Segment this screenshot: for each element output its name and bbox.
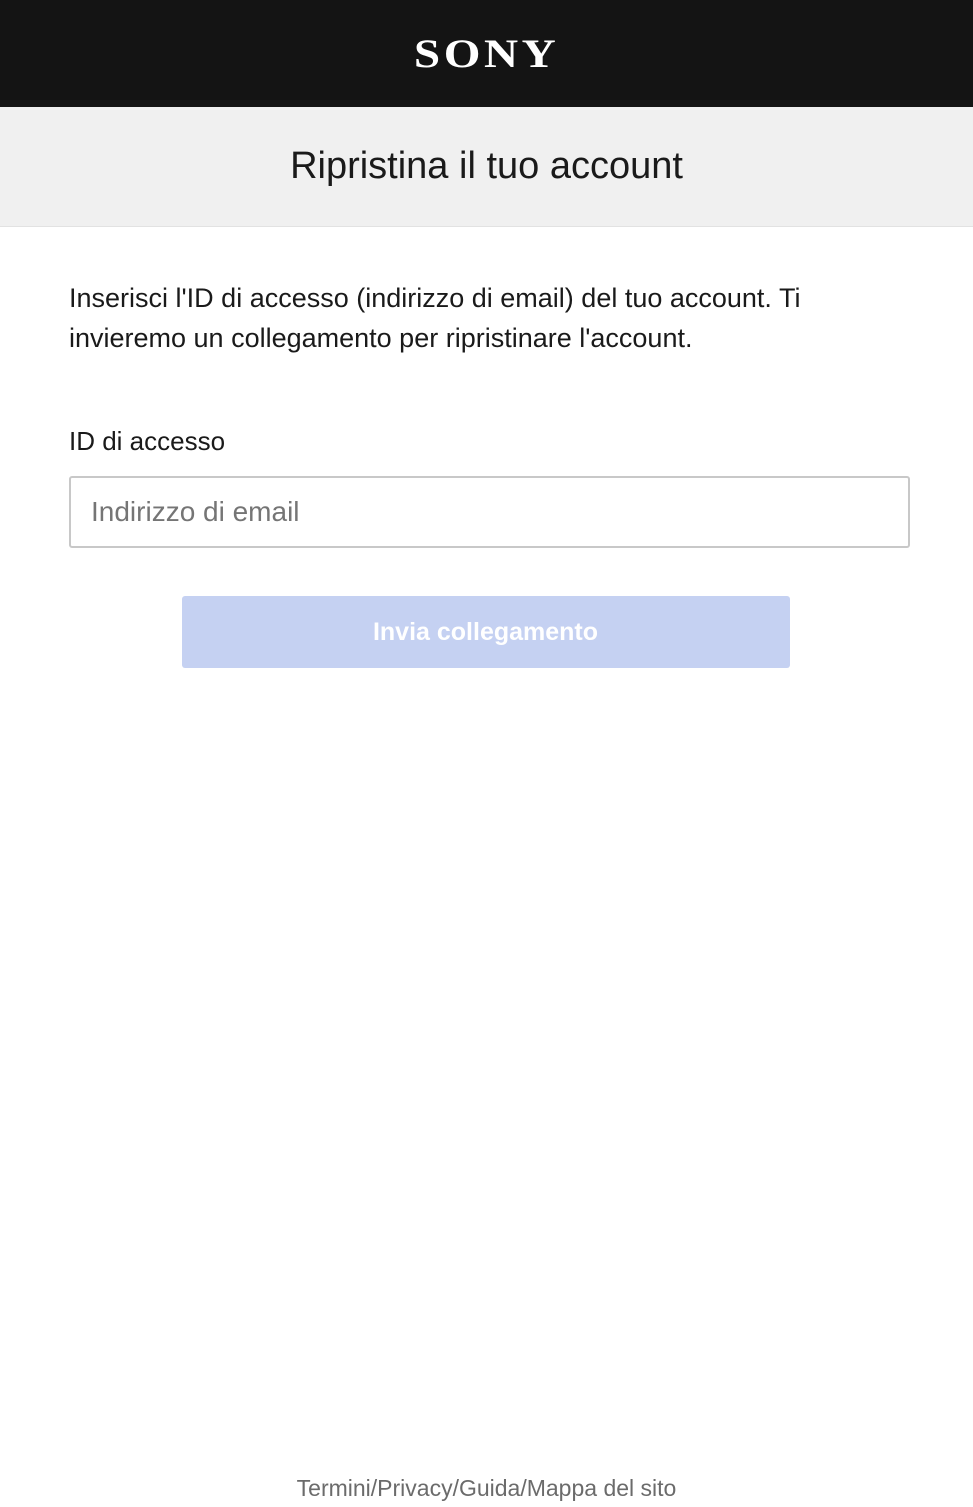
- page-title: Ripristina il tuo account: [290, 145, 683, 187]
- footer: Termini/Privacy/Guida/Mappa del sito: [0, 1473, 973, 1503]
- footer-link-privacy[interactable]: Privacy: [377, 1475, 452, 1501]
- email-input[interactable]: [69, 476, 910, 548]
- footer-link-terms[interactable]: Termini: [297, 1475, 371, 1501]
- intro-text: Inserisci l'ID di accesso (indirizzo di …: [69, 283, 801, 353]
- footer-link-help[interactable]: Guida: [459, 1475, 520, 1501]
- sony-logo[interactable]: SONY: [414, 33, 559, 74]
- footer-link-sitemap[interactable]: Mappa del sito: [527, 1475, 677, 1501]
- page: SONY Ripristina il tuo account Inserisci…: [0, 0, 973, 1507]
- sign-in-id-label: ID di accesso: [69, 426, 226, 456]
- button-row: Invia collegamento: [69, 596, 910, 668]
- main-content: Inserisci l'ID di accesso (indirizzo di …: [0, 278, 973, 668]
- send-link-button[interactable]: Invia collegamento: [181, 596, 790, 668]
- title-band: Ripristina il tuo account: [0, 107, 973, 227]
- top-bar: SONY: [0, 0, 973, 107]
